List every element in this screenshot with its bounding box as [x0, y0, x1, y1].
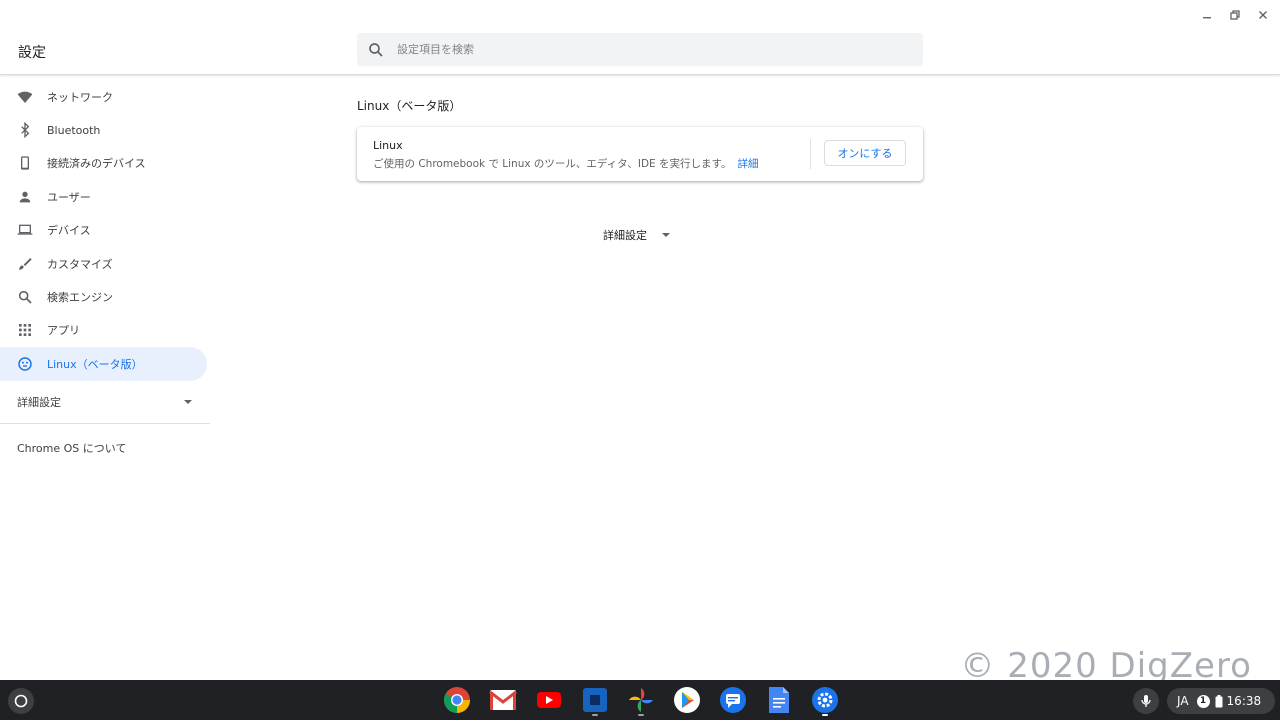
sidebar-item-label: アプリ: [47, 324, 80, 338]
sidebar-item-search-engine[interactable]: 検索エンジン: [0, 280, 207, 313]
chrome-icon: [443, 687, 471, 714]
sidebar-item-label: ネットワーク: [47, 90, 113, 104]
sidebar-item-label: デバイス: [47, 224, 91, 238]
photos-icon: [629, 688, 653, 712]
card-description: ご使用の Chromebook で Linux のツール、エディタ、IDE を実…: [373, 156, 758, 171]
sidebar-item-label: Bluetooth: [47, 123, 101, 137]
mic-icon: [1141, 695, 1151, 707]
advanced-settings-toggle[interactable]: 詳細設定: [603, 227, 671, 243]
sidebar-about-link[interactable]: Chrome OS について: [0, 440, 210, 456]
shelf-apps: [440, 680, 842, 720]
sidebar: ネットワーク Bluetooth 接続済みのデバイス ユーザー デバイス カスタ…: [0, 80, 210, 456]
launcher-circle-icon: [14, 694, 28, 708]
running-indicator: [638, 714, 644, 716]
search-icon: [369, 42, 383, 57]
laptop-icon: [17, 222, 33, 238]
caret-down-icon: [184, 399, 192, 404]
shelf-app-gmail[interactable]: [486, 683, 520, 717]
status-tray[interactable]: JA 1 16:38: [1167, 688, 1275, 714]
settings-icon: [812, 687, 838, 713]
phone-icon: [17, 155, 33, 171]
turn-on-button[interactable]: オンにする: [824, 140, 906, 166]
sidebar-advanced-toggle[interactable]: 詳細設定: [0, 385, 193, 419]
play-store-icon: [674, 687, 700, 713]
sidebar-item-label: 検索エンジン: [47, 291, 113, 305]
docs-icon: [769, 687, 789, 713]
page-title: 設定: [18, 45, 46, 61]
assistant-mic-button[interactable]: [1133, 688, 1159, 714]
linux-card: Linux ご使用の Chromebook で Linux のツール、エディタ、…: [357, 127, 923, 181]
brush-icon: [17, 256, 33, 272]
youtube-icon: [537, 692, 561, 708]
card-separator: [810, 139, 811, 169]
caret-down-icon: [662, 233, 670, 237]
sidebar-item-label: 接続済みのデバイス: [47, 157, 146, 171]
settings-header: 設定: [0, 0, 1280, 75]
section-title: Linux（ベータ版）: [357, 99, 462, 113]
sidebar-item-personalization[interactable]: カスタマイズ: [0, 247, 207, 280]
search-box[interactable]: [357, 33, 923, 66]
sidebar-item-label: ユーザー: [47, 190, 91, 204]
apps-grid-icon: [17, 322, 33, 338]
sidebar-item-network[interactable]: ネットワーク: [0, 80, 207, 113]
gmail-icon: [489, 690, 517, 710]
launcher-button[interactable]: [8, 688, 34, 714]
clock: 16:38: [1226, 694, 1262, 708]
battery-icon: [1215, 694, 1223, 707]
search-icon: [17, 289, 33, 305]
shelf: JA 1 16:38: [0, 680, 1280, 720]
shelf-app-photos[interactable]: [624, 683, 658, 717]
shelf-app-play-store[interactable]: [670, 683, 704, 717]
shelf-app-youtube[interactable]: [532, 683, 566, 717]
card-description-text: ご使用の Chromebook で Linux のツール、エディタ、IDE を実…: [373, 158, 732, 170]
bluetooth-icon: [17, 122, 33, 139]
shelf-app-settings[interactable]: [808, 683, 842, 717]
card-title: Linux: [373, 139, 403, 152]
wifi-icon: [17, 89, 33, 105]
running-indicator: [822, 714, 828, 716]
stop-app-icon: [583, 688, 607, 712]
sidebar-item-linux[interactable]: Linux（ベータ版）: [0, 347, 207, 381]
sidebar-item-device[interactable]: デバイス: [0, 214, 207, 247]
running-indicator: [592, 714, 598, 716]
shelf-app-docs[interactable]: [762, 683, 796, 717]
sidebar-item-connected-devices[interactable]: 接続済みのデバイス: [0, 147, 207, 180]
sidebar-item-label: カスタマイズ: [47, 257, 113, 271]
sidebar-divider: [0, 422, 210, 424]
ime-indicator: JA: [1177, 694, 1189, 708]
sidebar-item-label: Linux（ベータ版）: [47, 357, 143, 371]
search-input[interactable]: [395, 42, 879, 57]
notification-badge: 1: [1196, 694, 1210, 708]
sidebar-item-users[interactable]: ユーザー: [0, 180, 207, 213]
shelf-app-stop[interactable]: [578, 683, 612, 717]
shelf-app-messages[interactable]: [716, 683, 750, 717]
sidebar-advanced-label: 詳細設定: [17, 395, 61, 409]
messages-icon: [720, 687, 746, 713]
learn-more-link[interactable]: 詳細: [737, 158, 758, 170]
person-icon: [17, 189, 33, 205]
shelf-app-chrome[interactable]: [440, 683, 474, 717]
advanced-settings-label: 詳細設定: [603, 229, 647, 242]
sidebar-item-bluetooth[interactable]: Bluetooth: [0, 113, 207, 146]
sidebar-item-apps[interactable]: アプリ: [0, 314, 207, 347]
penguin-icon: [17, 356, 33, 372]
